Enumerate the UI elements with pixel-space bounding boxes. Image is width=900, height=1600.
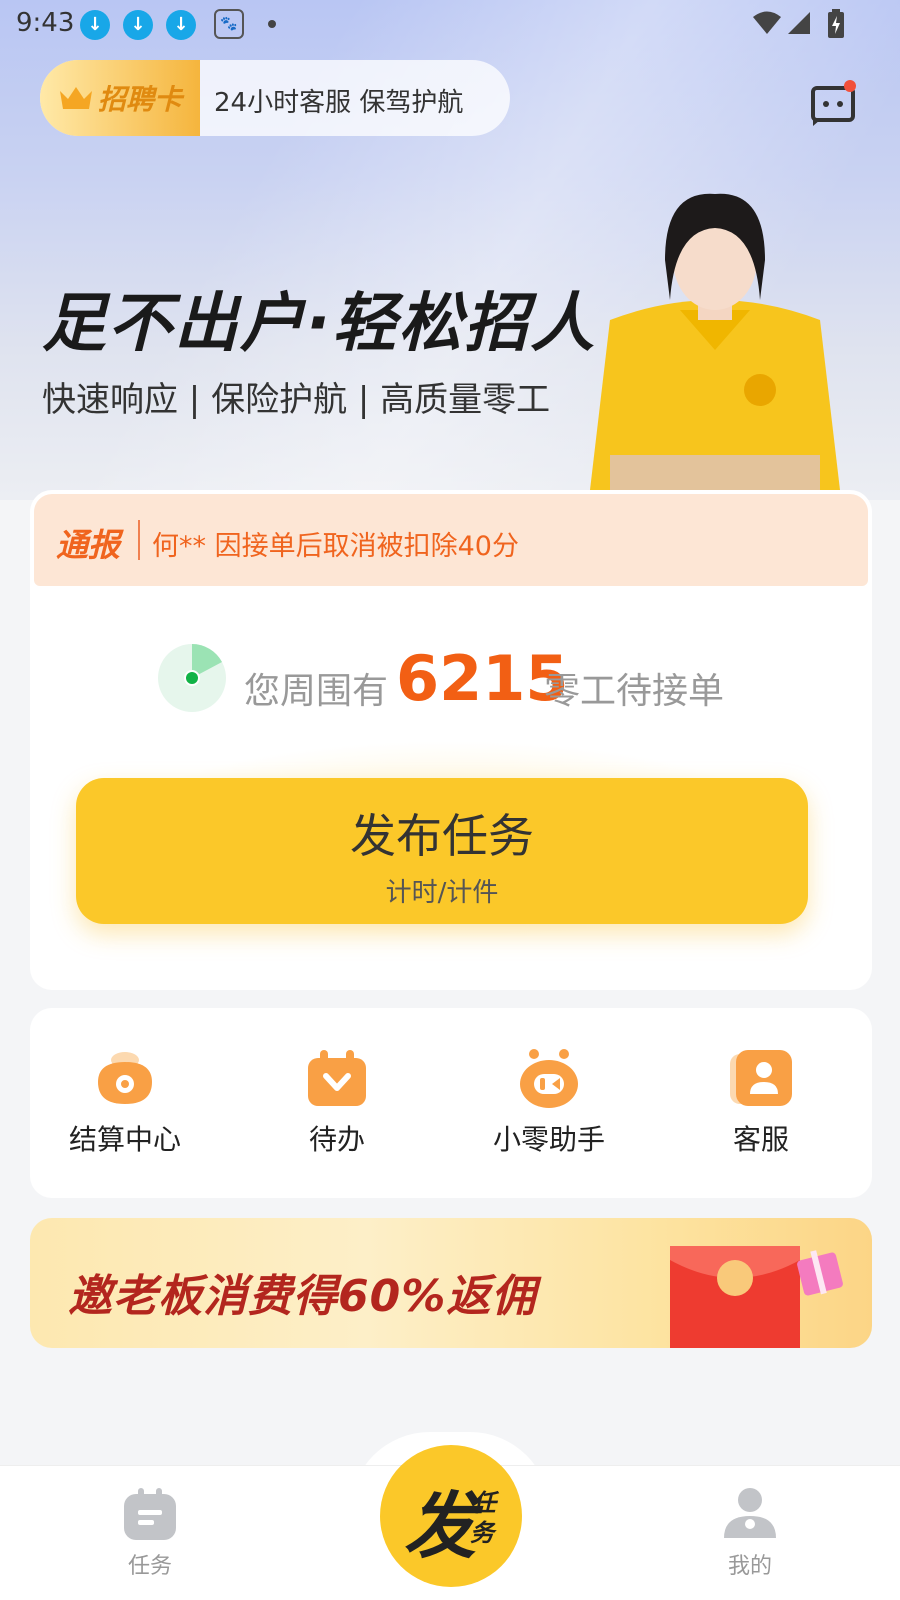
publish-task-button[interactable]: 发布任务 计时/计件 <box>76 778 808 924</box>
download-icon: ↓ <box>80 10 110 40</box>
dot-icon <box>268 20 276 28</box>
todo-icon <box>308 1050 366 1106</box>
notice-divider <box>138 520 140 560</box>
status-bar: 9:43 ↓ ↓ ↓ 🐾 <box>0 0 900 48</box>
tool-label: 小零助手 <box>492 1123 605 1156</box>
radar-icon <box>158 644 226 712</box>
wifi-icon <box>753 11 781 34</box>
nav-mine[interactable]: 我的 <box>690 1486 810 1580</box>
recruit-badge: 招聘卡 <box>40 60 200 136</box>
tool-customer-service[interactable]: 客服 <box>666 1048 856 1158</box>
download-icon: ↓ <box>166 10 196 40</box>
notice-bar[interactable]: 通报 何** 因接单后取消被扣除40分 <box>34 494 868 586</box>
recruit-badge-label: 招聘卡 <box>97 83 182 116</box>
user-icon <box>724 1488 776 1538</box>
tool-assistant[interactable]: 小零助手 <box>454 1048 644 1158</box>
publish-task-title: 发布任务 <box>350 809 534 863</box>
publish-fab-button[interactable]: 发 任 务 <box>380 1445 522 1587</box>
nav-label: 任务 <box>127 1554 172 1579</box>
nearby-count: 6215 <box>396 642 569 715</box>
hero-model-image <box>590 193 840 490</box>
fab-sub-char: 务 <box>470 1519 494 1547</box>
nearby-suffix: 零工待接单 <box>544 671 725 712</box>
signal-icon <box>788 12 810 34</box>
tool-settlement-center[interactable]: 结算中心 <box>30 1048 220 1158</box>
fab-main-char: 发 <box>404 1484 477 1568</box>
nav-tasks[interactable]: 任务 <box>90 1486 210 1580</box>
tool-label: 结算中心 <box>68 1123 181 1156</box>
notice-tag: 通报 <box>56 526 121 564</box>
wallet-icon <box>98 1052 152 1104</box>
status-time: 9:43 <box>16 8 75 38</box>
recruit-pill-text: 24小时客服 保驾护航 <box>214 88 464 118</box>
message-icon[interactable] <box>810 80 860 130</box>
tool-todo[interactable]: 待办 <box>242 1048 432 1158</box>
baidu-icon: 🐾 <box>214 9 244 39</box>
red-packet-icon <box>670 1246 843 1348</box>
download-icon: ↓ <box>123 10 153 40</box>
customer-service-icon <box>730 1050 792 1106</box>
crown-icon <box>59 87 92 109</box>
nav-label: 我的 <box>727 1554 772 1579</box>
hero-subslogan: 快速响应 | 保险护航 | 高质量零工 <box>42 380 551 420</box>
tools-card: 结算中心 待办 小零助手 客服 <box>30 1008 872 1198</box>
promo-banner[interactable]: 邀老板消费得60%返佣 <box>30 1218 872 1348</box>
publish-task-subtitle: 计时/计件 <box>385 878 499 908</box>
nearby-prefix: 您周围有 <box>244 671 389 712</box>
recruit-card-pill[interactable]: 招聘卡 24小时客服 保驾护航 <box>40 60 510 136</box>
battery-charging-icon <box>828 9 844 38</box>
robot-icon <box>520 1049 578 1108</box>
promo-text: 邀老板消费得60%返佣 <box>68 1271 537 1322</box>
tool-label: 客服 <box>732 1123 789 1156</box>
notice-text: 何** 因接单后取消被扣除40分 <box>152 531 519 562</box>
main-card: 通报 何** 因接单后取消被扣除40分 您周围有 6215 零工待接单 发布任务… <box>30 490 872 990</box>
task-calendar-icon <box>124 1488 176 1540</box>
hero-slogan: 足不出户·轻松招人 <box>42 287 597 361</box>
tool-label: 待办 <box>308 1123 365 1156</box>
